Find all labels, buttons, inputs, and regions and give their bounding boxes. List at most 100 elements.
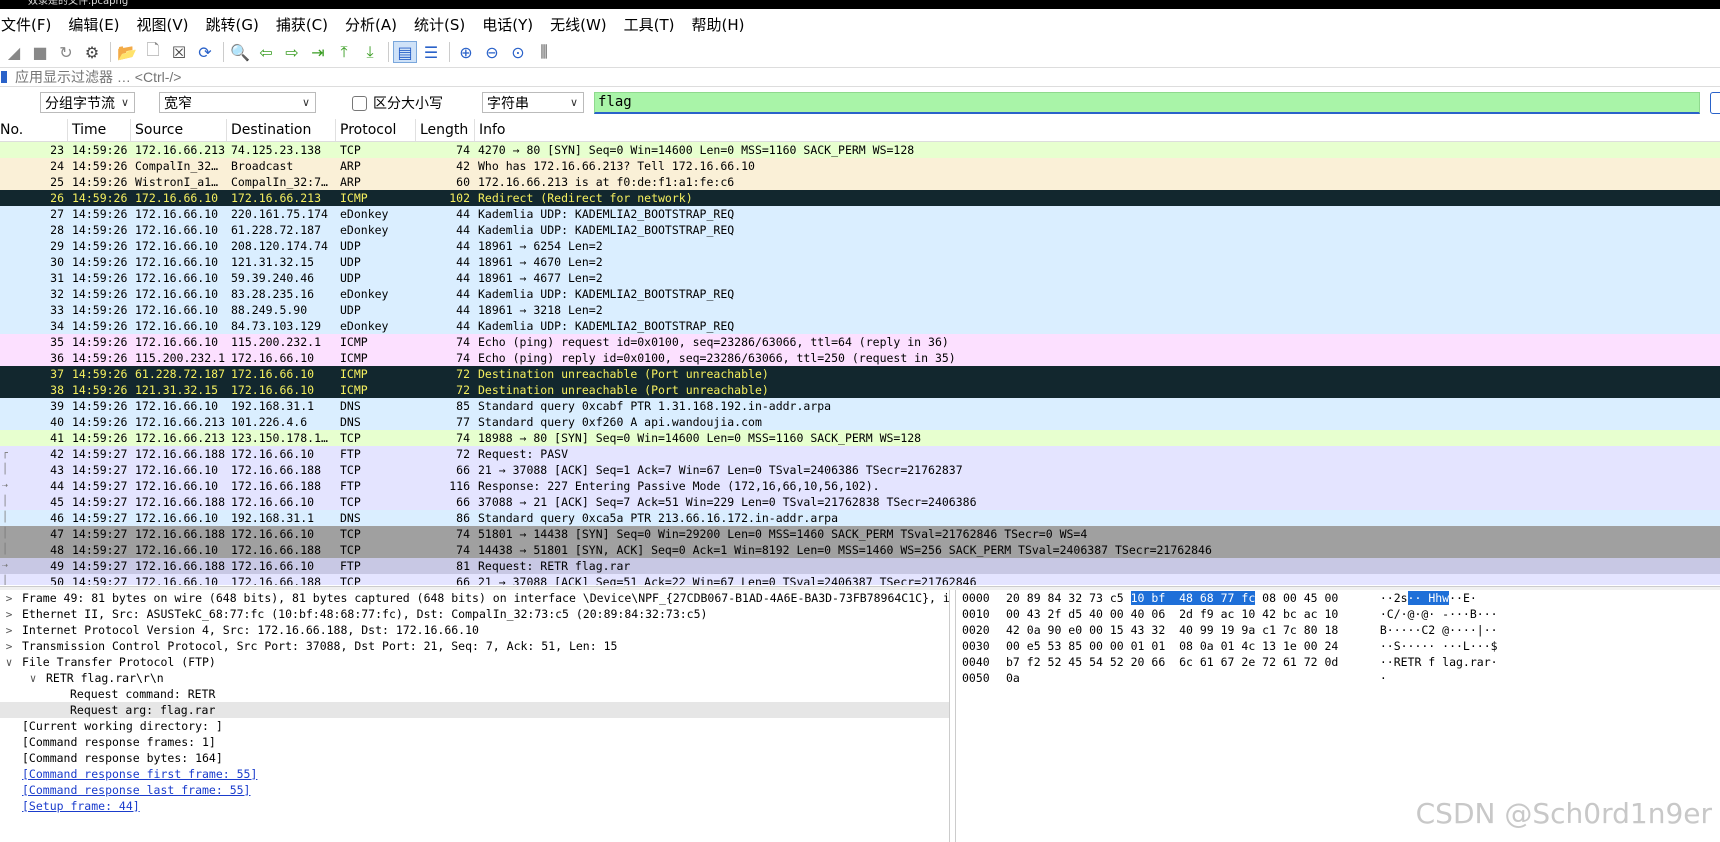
detail-tree-item[interactable]: ∨ RETR flag.rar\r\n bbox=[0, 670, 949, 686]
menu-item[interactable]: 视图(V) bbox=[136, 14, 197, 35]
restart-capture-icon[interactable]: ↻ bbox=[54, 41, 78, 63]
go-to-packet-icon[interactable]: ⇥ bbox=[306, 41, 330, 63]
detail-tree-item[interactable]: > Frame 49: 81 bytes on wire (648 bits), … bbox=[0, 590, 949, 606]
menu-item[interactable]: 跳转(G) bbox=[205, 14, 267, 35]
table-row[interactable]: ⇢ 49 14:59:27 172.16.66.188 172.16.66.10 FTP 8… bbox=[0, 558, 1720, 574]
detail-tree-item[interactable]: > Internet Protocol Version 4, Src: 172.1… bbox=[0, 622, 949, 638]
menu-item[interactable]: 帮助(H) bbox=[691, 14, 753, 35]
last-packet-icon[interactable]: ⤓ bbox=[358, 41, 382, 63]
search-type-select[interactable]: 字符串 ∨ bbox=[482, 92, 584, 113]
shark-fin-start-icon[interactable]: ◢ bbox=[2, 41, 26, 63]
table-row[interactable]: 30 14:59:26 172.16.66.10 121.31.32.15 UDP 44 1… bbox=[0, 254, 1720, 270]
find-button[interactable] bbox=[1710, 92, 1720, 114]
detail-tree-item[interactable]: > Ethernet II, Src: ASUSTekC_68:77:fc (10… bbox=[0, 606, 949, 622]
zoom-in-icon[interactable]: ⊕ bbox=[454, 41, 478, 63]
hex-bytes[interactable]: b7 f2 52 45 54 52 20 66 6c 61 67 2e 72 6… bbox=[1006, 654, 1366, 670]
column-header-length[interactable]: Length bbox=[416, 119, 475, 141]
go-forward-icon[interactable]: ⇨ bbox=[280, 41, 304, 63]
table-row[interactable]: 31 14:59:26 172.16.66.10 59.39.240.46 UDP 44 1… bbox=[0, 270, 1720, 286]
table-row[interactable]: │ 43 14:59:27 172.16.66.10 172.16.66.188 TCP 6… bbox=[0, 462, 1720, 478]
column-header-time[interactable]: Time bbox=[68, 119, 131, 141]
table-row[interactable]: 26 14:59:26 172.16.66.10 172.16.66.213 ICMP 1… bbox=[0, 190, 1720, 206]
detail-tree-item[interactable]: Request arg: flag.rar bbox=[0, 702, 949, 718]
zoom-out-icon[interactable]: ⊖ bbox=[480, 41, 504, 63]
detail-link[interactable]: [Command response last frame: 55] bbox=[22, 783, 250, 797]
table-row[interactable]: 39 14:59:26 172.16.66.10 192.168.31.1 DNS 85 S… bbox=[0, 398, 1720, 414]
expand-arrow-icon[interactable]: > bbox=[2, 607, 16, 623]
column-header-protocol[interactable]: Protocol bbox=[336, 119, 416, 141]
table-row[interactable]: │ 47 14:59:27 172.16.66.188 172.16.66.10 TCP 7… bbox=[0, 526, 1720, 542]
table-row[interactable]: ┌ 42 14:59:27 172.16.66.188 172.16.66.10 FTP 7… bbox=[0, 446, 1720, 462]
stop-capture-icon[interactable]: ■ bbox=[28, 41, 52, 63]
filter-bookmark-icon[interactable] bbox=[1, 71, 7, 83]
resize-columns-icon[interactable]: ⫼ bbox=[532, 41, 556, 63]
menu-item[interactable]: 电话(Y) bbox=[481, 14, 541, 35]
hex-bytes[interactable]: 00 43 2f d5 40 00 40 06 2d f9 ac 10 42 b… bbox=[1006, 606, 1366, 622]
table-row[interactable]: 24 14:59:26 CompalIn_32… Broadcast ARP 42 Who … bbox=[0, 158, 1720, 174]
detail-tree-item[interactable]: Request command: RETR bbox=[0, 686, 949, 702]
table-row[interactable]: │ 45 14:59:27 172.16.66.188 172.16.66.10 TCP 6… bbox=[0, 494, 1720, 510]
hex-ascii[interactable]: ··RETR f lag.rar· bbox=[1366, 654, 1566, 670]
table-row[interactable]: ⇢ 44 14:59:27 172.16.66.10 172.16.66.188 FTP 1… bbox=[0, 478, 1720, 494]
table-row[interactable]: 23 14:59:26 172.16.66.213 74.125.23.138 TCP 7… bbox=[0, 142, 1720, 158]
table-row[interactable]: 38 14:59:26 121.31.32.15 172.16.66.10 ICMP 72… bbox=[0, 382, 1720, 398]
case-sensitive-checkbox[interactable]: 区分大小写 bbox=[352, 93, 443, 113]
go-back-icon[interactable]: ⇦ bbox=[254, 41, 278, 63]
menu-item[interactable]: 捕获(C) bbox=[275, 14, 336, 35]
menu-item[interactable]: 统计(S) bbox=[413, 14, 473, 35]
menu-item[interactable]: 文件(F) bbox=[0, 14, 59, 35]
table-row[interactable]: │ 50 14:59:27 172.16.66.10 172.16.66.188 TCP 6… bbox=[0, 574, 1720, 585]
detail-tree-item[interactable]: [Current working directory: ] bbox=[0, 718, 949, 734]
hex-bytes[interactable]: 20 89 84 32 73 c5 10 bf 48 68 77 fc 08 0… bbox=[1006, 590, 1366, 606]
table-row[interactable]: 25 14:59:26 WistronI_a1… CompalIn_32:7… ARP 6… bbox=[0, 174, 1720, 190]
detail-tree-item[interactable]: [Setup frame: 44] bbox=[0, 798, 949, 814]
detail-tree-item[interactable]: > Transmission Control Protocol, Src Port… bbox=[0, 638, 949, 654]
menu-item[interactable]: 工具(T) bbox=[623, 14, 683, 35]
find-text-input[interactable]: flag bbox=[594, 92, 1700, 114]
detail-tree-item[interactable]: [Command response frames: 1] bbox=[0, 734, 949, 750]
hex-bytes[interactable]: 00 e5 53 85 00 00 01 01 08 0a 01 4c 13 1… bbox=[1006, 638, 1366, 654]
open-file-icon[interactable]: 📂 bbox=[115, 41, 139, 63]
table-row[interactable]: 33 14:59:26 172.16.66.10 88.249.5.90 UDP 44 18… bbox=[0, 302, 1720, 318]
collapse-arrow-icon[interactable]: ∨ bbox=[26, 671, 40, 687]
detail-link[interactable]: [Setup frame: 44] bbox=[22, 799, 140, 813]
menu-item[interactable]: 分析(A) bbox=[344, 14, 405, 35]
table-row[interactable]: 27 14:59:26 172.16.66.10 220.161.75.174 eDon… bbox=[0, 206, 1720, 222]
menu-item[interactable]: 编辑(E) bbox=[67, 14, 127, 35]
capture-options-icon[interactable]: ⚙ bbox=[80, 41, 104, 63]
checkbox-box[interactable] bbox=[352, 95, 367, 111]
reload-file-icon[interactable]: ⟳ bbox=[193, 41, 217, 63]
hex-bytes[interactable]: 0a bbox=[1006, 670, 1366, 686]
hex-ascii[interactable]: ··2s·· Hhw··E· bbox=[1366, 590, 1566, 606]
hex-ascii[interactable]: ··S····· ···L···$ bbox=[1366, 638, 1566, 654]
packet-details-tree[interactable]: > Frame 49: 81 bytes on wire (648 bits), … bbox=[0, 590, 950, 842]
expand-arrow-icon[interactable]: > bbox=[2, 623, 16, 639]
display-filter-input[interactable] bbox=[15, 69, 615, 85]
find-packet-icon[interactable]: 🔍 bbox=[228, 41, 252, 63]
expand-arrow-icon[interactable]: > bbox=[2, 639, 16, 655]
table-row[interactable]: 32 14:59:26 172.16.66.10 83.28.235.16 eDonke… bbox=[0, 286, 1720, 302]
table-row[interactable]: 28 14:59:26 172.16.66.10 61.228.72.187 eDonk… bbox=[0, 222, 1720, 238]
detail-tree-item[interactable]: [Command response bytes: 164] bbox=[0, 750, 949, 766]
column-header-info[interactable]: Info bbox=[475, 119, 1720, 141]
save-file-icon[interactable]: 🗋 bbox=[141, 40, 165, 63]
detail-tree-item[interactable]: [Command response last frame: 55] bbox=[0, 782, 949, 798]
hex-ascii[interactable]: B·····C2 @····|·· bbox=[1366, 622, 1566, 638]
table-row[interactable]: 40 14:59:26 172.16.66.213 101.226.4.6 DNS 77 S… bbox=[0, 414, 1720, 430]
hex-ascii[interactable]: · bbox=[1366, 670, 1566, 686]
column-header-source[interactable]: Source bbox=[131, 119, 227, 141]
table-row[interactable]: 35 14:59:26 172.16.66.10 115.200.232.1 ICMP 7… bbox=[0, 334, 1720, 350]
column-header-no[interactable]: No. bbox=[0, 119, 68, 141]
collapse-arrow-icon[interactable]: ∨ bbox=[2, 655, 16, 671]
auto-scroll-icon[interactable]: ▤ bbox=[393, 41, 417, 63]
menu-item[interactable]: 无线(W) bbox=[549, 14, 615, 35]
first-packet-icon[interactable]: ⤒ bbox=[332, 41, 356, 63]
hex-bytes[interactable]: 42 0a 90 e0 00 15 43 32 40 99 19 9a c1 7… bbox=[1006, 622, 1366, 638]
detail-tree-item[interactable]: ∨ File Transfer Protocol (FTP) bbox=[0, 654, 949, 670]
table-row[interactable]: 37 14:59:26 61.228.72.187 172.16.66.10 ICMP 7… bbox=[0, 366, 1720, 382]
column-header-destination[interactable]: Destination bbox=[227, 119, 336, 141]
colorize-icon[interactable]: ☰ bbox=[419, 41, 443, 63]
table-row[interactable]: │ 46 14:59:27 172.16.66.10 192.168.31.1 DNS 86… bbox=[0, 510, 1720, 526]
expand-arrow-icon[interactable]: > bbox=[2, 591, 16, 607]
detail-link[interactable]: [Command response first frame: 55] bbox=[22, 767, 257, 781]
